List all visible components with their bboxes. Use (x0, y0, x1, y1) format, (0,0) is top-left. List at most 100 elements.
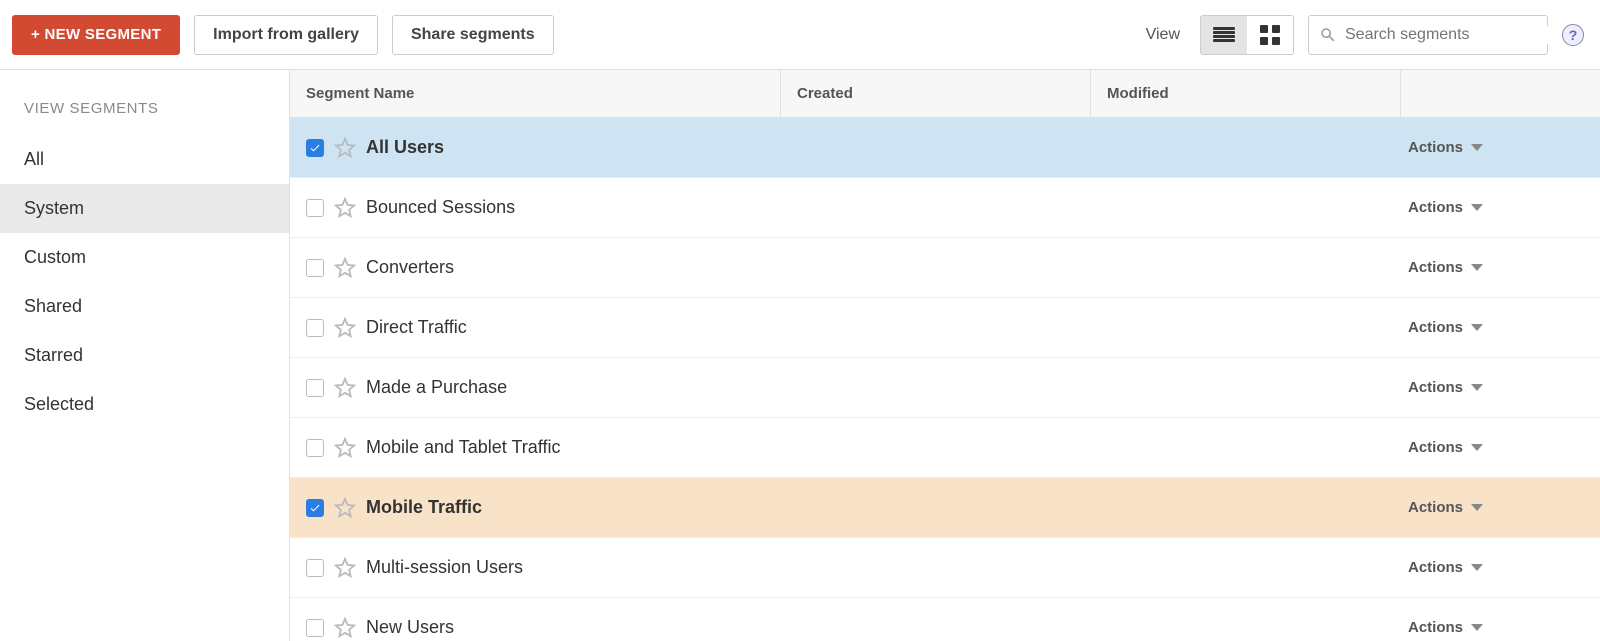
view-label: View (1146, 26, 1180, 44)
star-icon[interactable] (334, 497, 356, 519)
actions-dropdown[interactable]: Actions (1400, 199, 1600, 216)
cell-segment-name: New Users (290, 617, 780, 639)
actions-label: Actions (1408, 319, 1463, 336)
header-modified[interactable]: Modified (1090, 70, 1400, 117)
chevron-down-icon (1471, 564, 1483, 571)
cell-segment-name: Mobile and Tablet Traffic (290, 437, 780, 459)
actions-dropdown[interactable]: Actions (1400, 379, 1600, 396)
actions-label: Actions (1408, 139, 1463, 156)
sidebar-item-selected[interactable]: Selected (0, 380, 289, 429)
actions-dropdown[interactable]: Actions (1400, 139, 1600, 156)
row-checkbox[interactable] (306, 619, 324, 637)
star-icon[interactable] (334, 137, 356, 159)
share-segments-button[interactable]: Share segments (392, 15, 554, 55)
star-icon[interactable] (334, 437, 356, 459)
actions-dropdown[interactable]: Actions (1400, 559, 1600, 576)
table-row[interactable]: Mobile Traffic Actions (290, 478, 1600, 538)
cell-segment-name: All Users (290, 137, 780, 159)
actions-dropdown[interactable]: Actions (1400, 439, 1600, 456)
cell-segment-name: Mobile Traffic (290, 497, 780, 519)
actions-label: Actions (1408, 259, 1463, 276)
cell-segment-name: Direct Traffic (290, 317, 780, 339)
segment-name-label: Made a Purchase (366, 377, 507, 398)
help-icon[interactable]: ? (1562, 24, 1584, 46)
toolbar: + NEW SEGMENT Import from gallery Share … (0, 0, 1600, 70)
cell-segment-name: Bounced Sessions (290, 197, 780, 219)
search-input-wrap[interactable] (1308, 15, 1548, 55)
segment-name-label: Mobile and Tablet Traffic (366, 437, 560, 458)
list-icon (1213, 27, 1235, 43)
table-row[interactable]: New Users Actions (290, 598, 1600, 641)
search-icon (1319, 26, 1337, 44)
table-row[interactable]: Multi-session Users Actions (290, 538, 1600, 598)
row-checkbox[interactable] (306, 259, 324, 277)
star-icon[interactable] (334, 557, 356, 579)
search-input[interactable] (1345, 26, 1552, 44)
chevron-down-icon (1471, 504, 1483, 511)
sidebar-heading: VIEW SEGMENTS (0, 100, 289, 135)
table-row[interactable]: Made a Purchase Actions (290, 358, 1600, 418)
chevron-down-icon (1471, 204, 1483, 211)
header-created[interactable]: Created (780, 70, 1090, 117)
sidebar-item-custom[interactable]: Custom (0, 233, 289, 282)
row-checkbox[interactable] (306, 139, 324, 157)
chevron-down-icon (1471, 624, 1483, 631)
actions-label: Actions (1408, 199, 1463, 216)
actions-label: Actions (1408, 439, 1463, 456)
table-header-row: Segment Name Created Modified (290, 70, 1600, 118)
import-from-gallery-button[interactable]: Import from gallery (194, 15, 378, 55)
star-icon[interactable] (334, 197, 356, 219)
star-icon[interactable] (334, 317, 356, 339)
view-list-button[interactable] (1201, 16, 1247, 54)
chevron-down-icon (1471, 144, 1483, 151)
table-row[interactable]: Direct Traffic Actions (290, 298, 1600, 358)
grid-icon (1260, 25, 1280, 45)
view-grid-button[interactable] (1247, 16, 1293, 54)
table-row[interactable]: Mobile and Tablet Traffic Actions (290, 418, 1600, 478)
chevron-down-icon (1471, 264, 1483, 271)
segment-name-label: New Users (366, 617, 454, 638)
actions-dropdown[interactable]: Actions (1400, 319, 1600, 336)
sidebar-item-system[interactable]: System (0, 184, 289, 233)
row-checkbox[interactable] (306, 439, 324, 457)
row-checkbox[interactable] (306, 499, 324, 517)
table-row[interactable]: Bounced Sessions Actions (290, 178, 1600, 238)
sidebar: VIEW SEGMENTS AllSystemCustomSharedStarr… (0, 70, 290, 641)
actions-dropdown[interactable]: Actions (1400, 499, 1600, 516)
actions-label: Actions (1408, 619, 1463, 636)
table-row[interactable]: All Users Actions (290, 118, 1600, 178)
cell-segment-name: Made a Purchase (290, 377, 780, 399)
star-icon[interactable] (334, 257, 356, 279)
new-segment-button[interactable]: + NEW SEGMENT (12, 15, 180, 55)
star-icon[interactable] (334, 377, 356, 399)
actions-label: Actions (1408, 499, 1463, 516)
segment-name-label: Multi-session Users (366, 557, 523, 578)
segments-table: Segment Name Created Modified All UsersA… (290, 70, 1600, 641)
table-row[interactable]: Converters Actions (290, 238, 1600, 298)
sidebar-item-shared[interactable]: Shared (0, 282, 289, 331)
row-checkbox[interactable] (306, 199, 324, 217)
chevron-down-icon (1471, 384, 1483, 391)
chevron-down-icon (1471, 324, 1483, 331)
segment-name-label: Direct Traffic (366, 317, 467, 338)
row-checkbox[interactable] (306, 319, 324, 337)
sidebar-item-starred[interactable]: Starred (0, 331, 289, 380)
segment-name-label: All Users (366, 137, 444, 158)
row-checkbox[interactable] (306, 559, 324, 577)
segment-name-label: Bounced Sessions (366, 197, 515, 218)
row-checkbox[interactable] (306, 379, 324, 397)
actions-label: Actions (1408, 379, 1463, 396)
cell-segment-name: Multi-session Users (290, 557, 780, 579)
segment-name-label: Mobile Traffic (366, 497, 482, 518)
chevron-down-icon (1471, 444, 1483, 451)
actions-dropdown[interactable]: Actions (1400, 619, 1600, 636)
header-actions (1400, 70, 1600, 117)
sidebar-item-all[interactable]: All (0, 135, 289, 184)
actions-label: Actions (1408, 559, 1463, 576)
header-segment-name[interactable]: Segment Name (290, 85, 780, 102)
star-icon[interactable] (334, 617, 356, 639)
view-toggle (1200, 15, 1294, 55)
segment-name-label: Converters (366, 257, 454, 278)
cell-segment-name: Converters (290, 257, 780, 279)
actions-dropdown[interactable]: Actions (1400, 259, 1600, 276)
